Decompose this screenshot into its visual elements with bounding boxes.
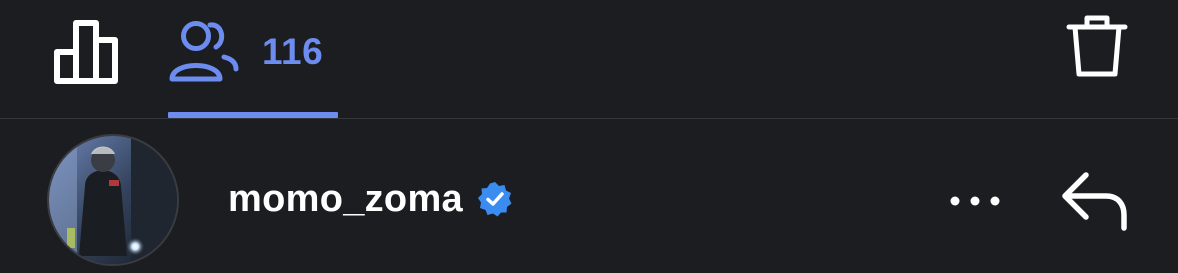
delete-story-button[interactable] bbox=[1062, 10, 1132, 82]
viewer-list-item[interactable]: momo_zoma bbox=[0, 119, 1178, 273]
avatar[interactable] bbox=[47, 134, 179, 266]
bar-chart-icon bbox=[54, 20, 118, 84]
tab-insights[interactable] bbox=[44, 10, 128, 94]
more-options-button[interactable] bbox=[945, 183, 1005, 219]
trash-icon bbox=[1066, 15, 1128, 77]
reply-button[interactable] bbox=[1058, 169, 1132, 233]
story-viewers-panel: 116 momo_zoma bbox=[0, 0, 1178, 273]
verified-badge-icon bbox=[477, 181, 513, 217]
viewer-count: 116 bbox=[262, 31, 324, 72]
avatar-photo bbox=[49, 136, 177, 264]
username-row[interactable]: momo_zoma bbox=[228, 174, 513, 224]
viewers-header: 116 bbox=[0, 0, 1178, 118]
reply-arrow-icon bbox=[1062, 172, 1127, 231]
viewers-icon bbox=[169, 21, 239, 82]
username[interactable]: momo_zoma bbox=[228, 178, 463, 221]
tab-viewers[interactable]: 116 bbox=[166, 10, 340, 94]
more-horizontal-icon bbox=[950, 196, 1000, 206]
